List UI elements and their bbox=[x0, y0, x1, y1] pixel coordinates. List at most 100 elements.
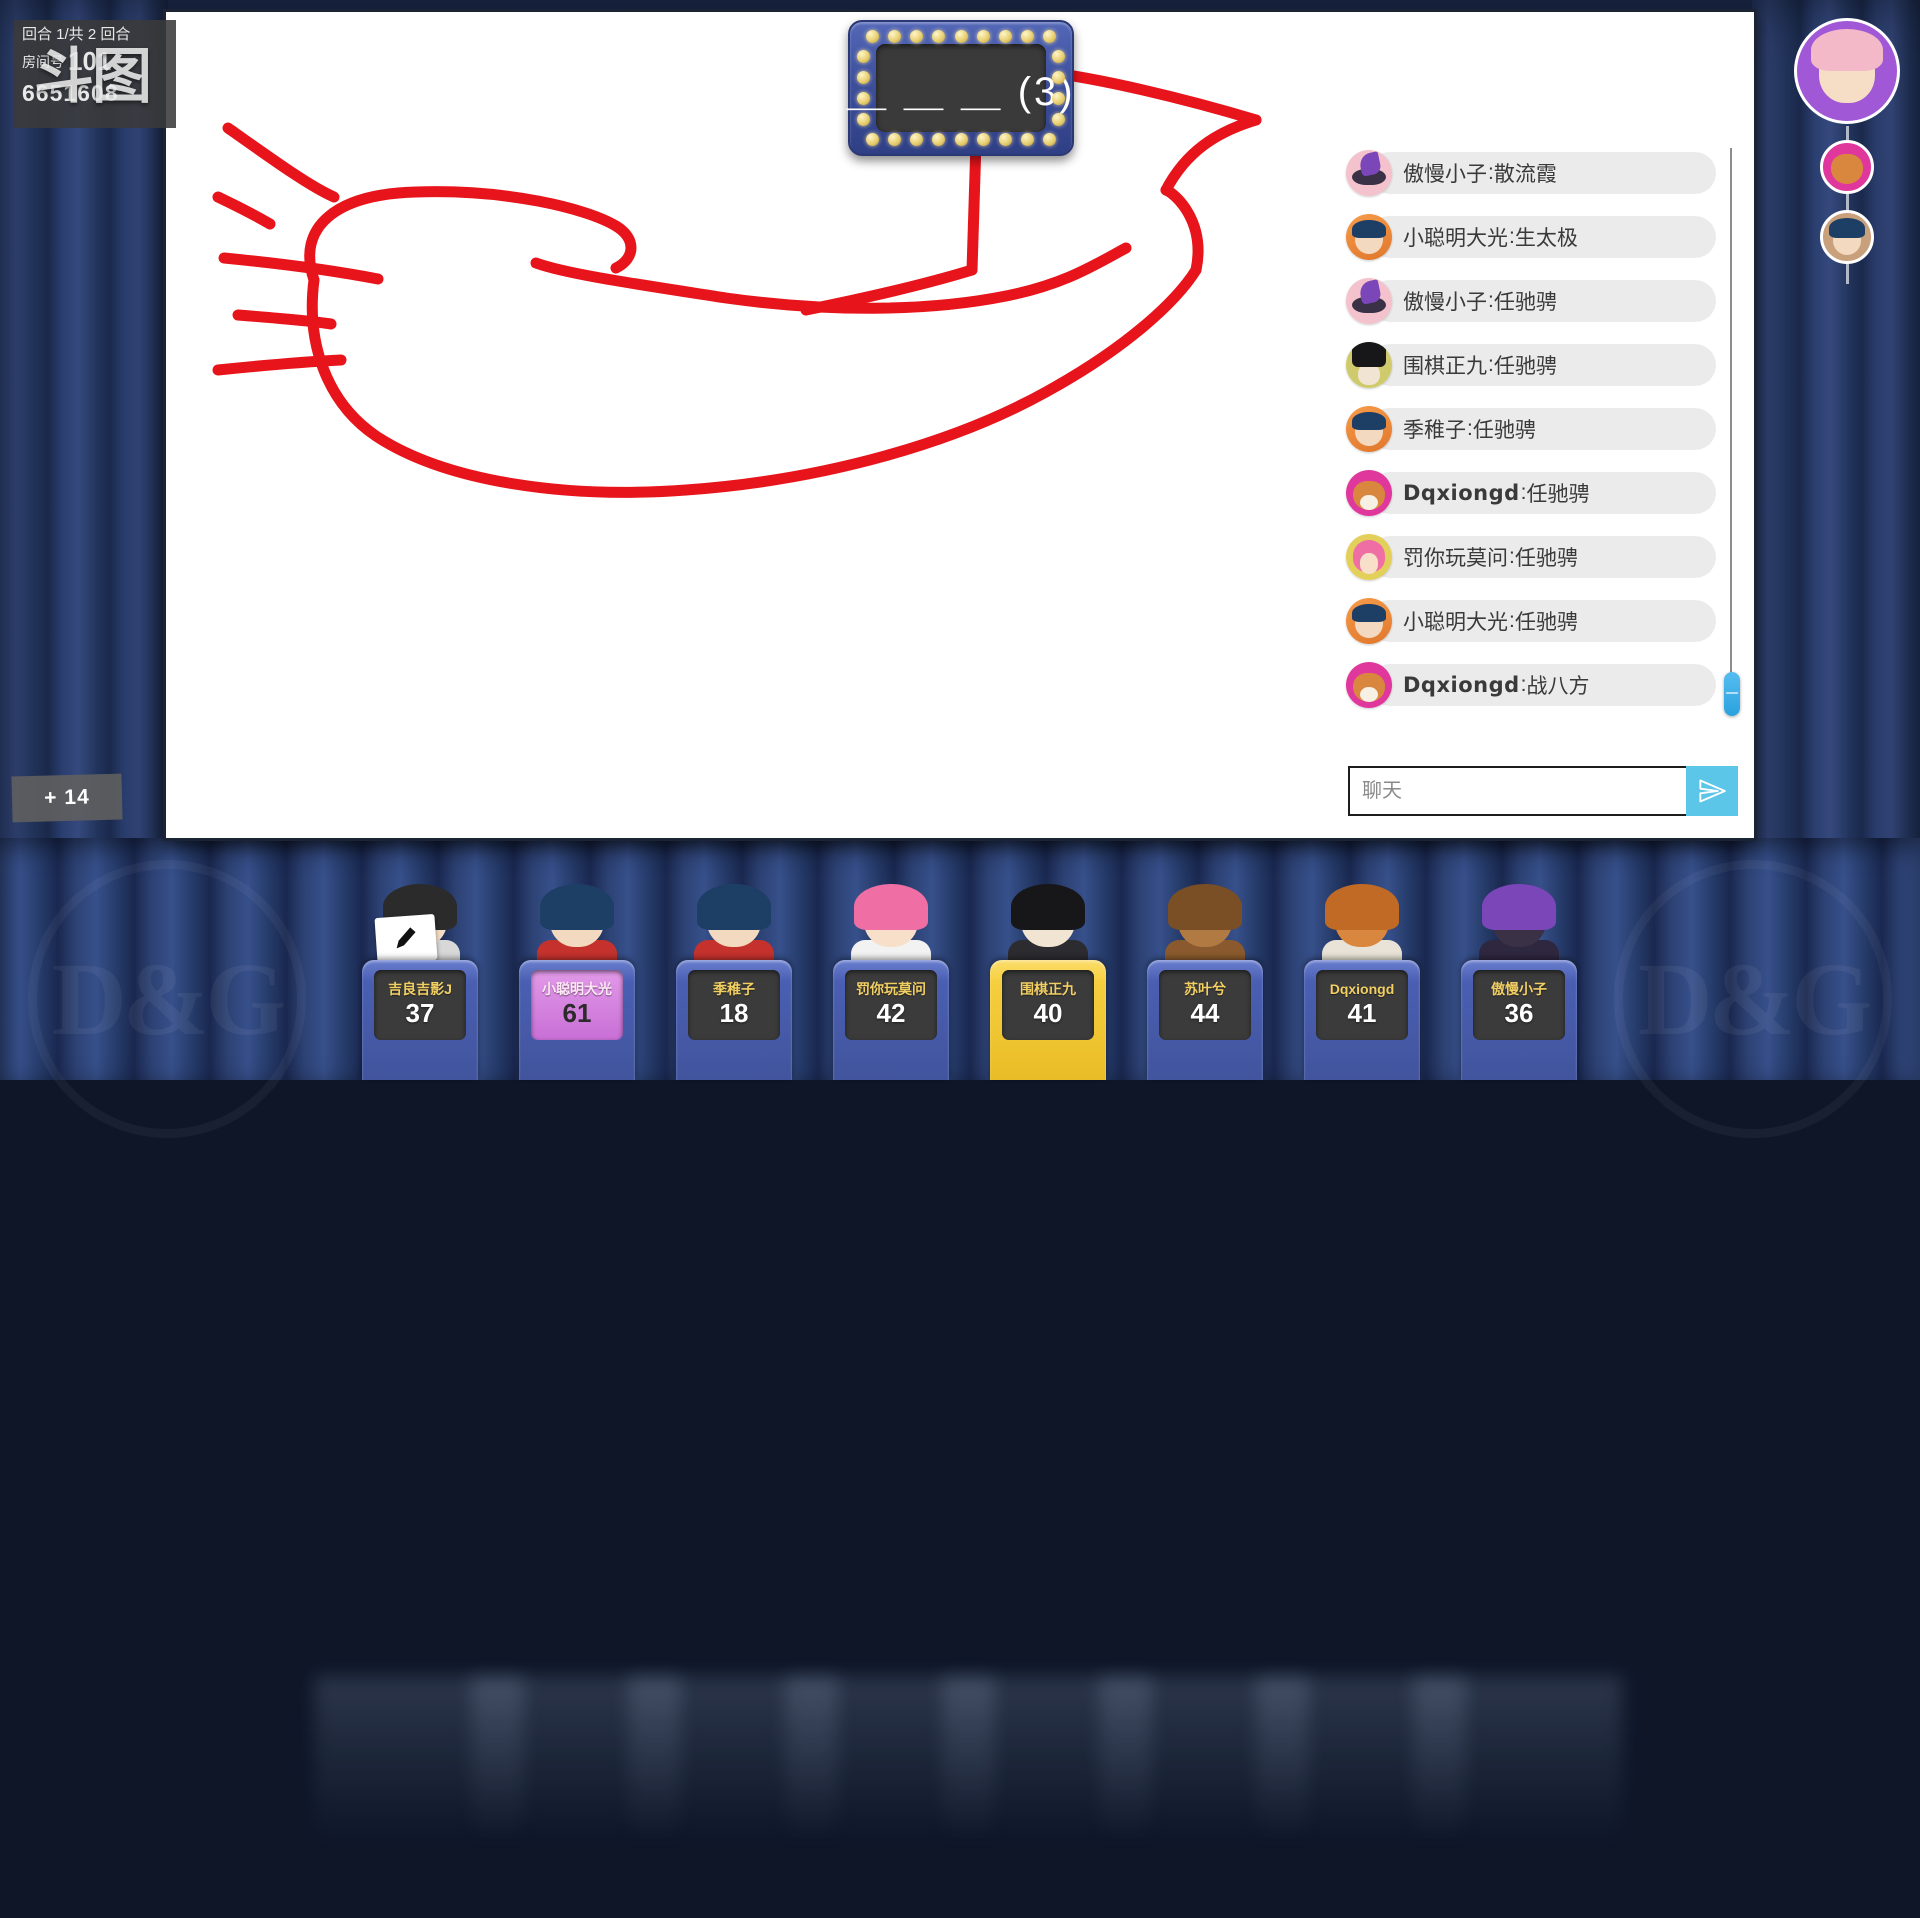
player-score: 40 bbox=[1033, 998, 1063, 1029]
board-bulb bbox=[1052, 113, 1065, 126]
sprite-hair bbox=[1167, 884, 1243, 930]
sprite-hair bbox=[539, 884, 615, 930]
av-girl-icon bbox=[1346, 214, 1392, 260]
av-girl-icon bbox=[1346, 598, 1392, 644]
chat-avatar bbox=[1346, 214, 1392, 260]
artist-avatar[interactable] bbox=[1794, 18, 1900, 124]
board-bulb bbox=[857, 71, 870, 84]
stroke bbox=[1160, 184, 1204, 276]
chat-bubble: 罚你玩莫问: 任驰骋 bbox=[1369, 536, 1716, 578]
player-score: 61 bbox=[562, 998, 592, 1029]
chat-text: 战八方 bbox=[1526, 675, 1590, 698]
chat-message: 季稚子: 任驰骋 bbox=[1346, 406, 1716, 452]
player-podium-row: 吉良吉影J 37 小聪明大光 61 季稚子 18 罚你玩莫问 42 围棋正九 40 苏叶兮 44 Dqx… bbox=[0, 838, 1920, 1918]
player-name: 围棋正九 bbox=[1020, 981, 1076, 997]
chat-text: 生太极 bbox=[1514, 227, 1578, 250]
stroke bbox=[304, 186, 637, 286]
player-name: 小聪明大光 bbox=[542, 981, 612, 997]
sprite-hair bbox=[1010, 884, 1086, 930]
word-hint-text: ＿ ＿ ＿ (3) bbox=[846, 70, 1076, 114]
chat-message: 小聪明大光: 生太极 bbox=[1346, 214, 1716, 260]
sprite-hair bbox=[853, 884, 929, 930]
board-bulb bbox=[976, 133, 990, 146]
chat-nickname: 罚你玩莫问 bbox=[1403, 547, 1508, 570]
room-number: 101 bbox=[68, 45, 112, 76]
chat-text: 任驰骋 bbox=[1472, 419, 1536, 442]
podium-spotlight bbox=[628, 1676, 838, 1918]
player-name: 苏叶兮 bbox=[1184, 981, 1226, 997]
board-bulb bbox=[954, 133, 968, 146]
chat-avatar bbox=[1346, 662, 1392, 708]
podium-spotlight bbox=[785, 1676, 995, 1918]
podium-base: 围棋正九 40 bbox=[990, 960, 1106, 1080]
score-popup: + 14 bbox=[11, 773, 123, 823]
av-hat-icon bbox=[1346, 150, 1392, 196]
av-dog-icon bbox=[1346, 470, 1392, 516]
chat-message: 小聪明大光: 任驰骋 bbox=[1346, 598, 1716, 644]
av-hat-icon bbox=[1346, 278, 1392, 324]
board-bulb bbox=[1020, 133, 1034, 146]
chat-avatar bbox=[1346, 470, 1392, 516]
player-score: 36 bbox=[1504, 998, 1534, 1029]
player-nameplate: 傲慢小子 36 bbox=[1473, 970, 1565, 1040]
podium-spotlight bbox=[471, 1676, 681, 1918]
spectator-avatar-dog[interactable] bbox=[1820, 140, 1874, 194]
board-bulb bbox=[910, 30, 924, 43]
chat-bubble: 季稚子: 任驰骋 bbox=[1369, 408, 1716, 450]
player-score: 44 bbox=[1190, 998, 1220, 1029]
stroke bbox=[212, 191, 276, 230]
send-button[interactable] bbox=[1686, 766, 1738, 816]
room-info-overlay: 回合 1/共 2 回合 房间号 101 6651608 bbox=[14, 20, 176, 128]
podium-base: 吉良吉影J 37 bbox=[362, 960, 478, 1080]
send-icon bbox=[1699, 779, 1726, 803]
av-pink-icon bbox=[1346, 534, 1392, 580]
board-bulb bbox=[932, 133, 946, 146]
podium-base: 傲慢小子 36 bbox=[1461, 960, 1577, 1080]
board-bulb bbox=[998, 30, 1012, 43]
chat-scrollbar-thumb[interactable] bbox=[1724, 672, 1740, 716]
player-nameplate: 罚你玩莫问 42 bbox=[845, 970, 937, 1040]
stroke bbox=[1160, 114, 1262, 196]
board-bulb bbox=[857, 92, 870, 105]
stroke bbox=[1040, 66, 1262, 126]
player-score: 41 bbox=[1347, 998, 1377, 1029]
chat-message: 傲慢小子: 任驰骋 bbox=[1346, 278, 1716, 324]
chat-nickname: 围棋正九 bbox=[1403, 355, 1487, 378]
chat-scrollbar-track[interactable] bbox=[1730, 148, 1732, 688]
board-bulb bbox=[1020, 30, 1034, 43]
board-bulb bbox=[1052, 50, 1065, 63]
spectator-avatar-girl[interactable] bbox=[1820, 210, 1874, 264]
board-bulb bbox=[857, 50, 870, 63]
chat-message-list: 傲慢小子: 散流霞 小聪明大光: 生太极 傲慢小子: 任驰骋 围棋正九: 任驰骋 季稚子… bbox=[1346, 150, 1716, 726]
board-bulb bbox=[932, 30, 946, 43]
chat-avatar bbox=[1346, 406, 1392, 452]
chat-nickname: 小聪明大光 bbox=[1403, 611, 1508, 634]
podium-spotlight bbox=[1256, 1676, 1466, 1918]
chat-message: 围棋正九: 任驰骋 bbox=[1346, 342, 1716, 388]
player-nameplate: 季稚子 18 bbox=[688, 970, 780, 1040]
player-name: Dqxiongd bbox=[1329, 981, 1395, 997]
sprite-hair bbox=[1481, 884, 1557, 930]
chat-avatar bbox=[1346, 150, 1392, 196]
chat-message: Dqxiongd: 战八方 bbox=[1346, 662, 1716, 708]
room-label: 房间号 bbox=[22, 53, 64, 70]
podium-base: 罚你玩莫问 42 bbox=[833, 960, 949, 1080]
sprite-hair bbox=[1324, 884, 1400, 930]
word-hint-screen: ＿ ＿ ＿ (3) bbox=[846, 44, 1073, 132]
chat-bubble: Dqxiongd: 战八方 bbox=[1369, 664, 1716, 706]
chat-text: 任驰骋 bbox=[1514, 547, 1578, 570]
board-bulb bbox=[866, 133, 879, 146]
board-bulb bbox=[1052, 71, 1065, 84]
chat-input[interactable] bbox=[1348, 766, 1686, 816]
board-bulb bbox=[857, 113, 870, 126]
chat-avatar bbox=[1346, 342, 1392, 388]
player-nameplate: 围棋正九 40 bbox=[1002, 970, 1094, 1040]
board-bulb bbox=[888, 133, 902, 146]
chat-text: 任驰骋 bbox=[1526, 483, 1590, 506]
room-number-row: 房间号 101 bbox=[22, 45, 168, 78]
player-nameplate: Dqxiongd 41 bbox=[1316, 970, 1408, 1040]
chat-bubble: 小聪明大光: 生太极 bbox=[1369, 216, 1716, 258]
player-name: 吉良吉影J bbox=[388, 981, 452, 997]
podium-spotlight bbox=[1413, 1676, 1623, 1918]
player-name: 罚你玩莫问 bbox=[856, 981, 926, 997]
